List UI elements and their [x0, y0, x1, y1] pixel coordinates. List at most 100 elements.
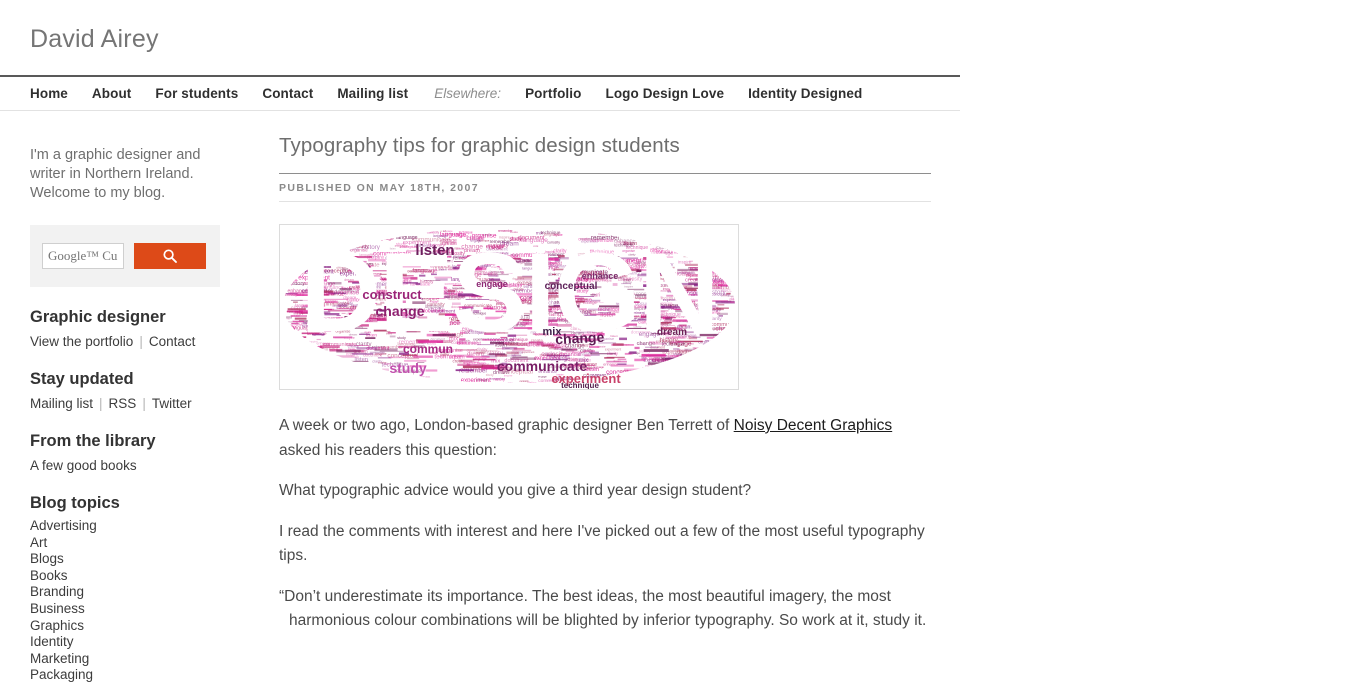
svg-text:clarity: clarity: [664, 251, 672, 255]
design-word-cloud-image: DESIGN mixlanguagelanguagedreamchangedre…: [279, 224, 739, 390]
svg-text:enhance: enhance: [455, 234, 468, 238]
nav-item-contact[interactable]: Contact: [262, 86, 313, 101]
primary-nav: Home About For students Contact Mailing …: [0, 77, 960, 110]
list-item: Books: [30, 568, 252, 585]
content-layout: I'm a graphic designer and writer in Nor…: [0, 111, 960, 684]
sidebar-link-contact[interactable]: Contact: [149, 332, 196, 351]
link-separator: |: [99, 396, 103, 411]
svg-text:remember: remember: [489, 298, 503, 302]
svg-text:listen: listen: [457, 340, 467, 345]
page-root: David Airey Home About For students Cont…: [0, 0, 1349, 682]
sidebar-link-rss[interactable]: RSS: [109, 394, 137, 413]
nav-item-home[interactable]: Home: [30, 86, 68, 101]
sidebar-link-a-few-good-books[interactable]: A few good books: [30, 456, 252, 475]
sidebar-link-view-the-portfolio[interactable]: View the portfolio: [30, 332, 133, 351]
svg-text:listen: listen: [439, 268, 446, 272]
topic-link-marketing[interactable]: Marketing: [30, 651, 89, 666]
topic-link-identity[interactable]: Identity: [30, 634, 74, 649]
svg-text:experiment: experiment: [581, 239, 598, 243]
svg-text:clarity: clarity: [467, 235, 485, 242]
svg-text:experiment: experiment: [340, 272, 370, 278]
svg-text:history: history: [420, 279, 434, 284]
svg-text:inspire: inspire: [499, 236, 510, 240]
topic-link-business[interactable]: Business: [30, 601, 85, 616]
nav-item-for-students[interactable]: For students: [155, 86, 238, 101]
nav-item-identity-designed[interactable]: Identity Designed: [748, 86, 862, 101]
list-item: Art: [30, 535, 252, 552]
svg-text:clarity: clarity: [638, 342, 646, 346]
list-item: Graphics: [30, 618, 252, 635]
blog-topics-list: Advertising Art Blogs Books Branding Bus…: [30, 518, 252, 684]
nav-item-logo-design-love[interactable]: Logo Design Love: [605, 86, 724, 101]
svg-text:technique: technique: [614, 243, 634, 248]
published-date: PUBLISHED ON MAY 18TH, 2007: [279, 182, 480, 194]
svg-text:experiment: experiment: [522, 351, 535, 354]
svg-text:change: change: [459, 311, 470, 315]
list-item: Packaging: [30, 667, 252, 684]
sidebar-link-twitter[interactable]: Twitter: [152, 394, 192, 413]
article: Typography tips for graphic design stude…: [252, 123, 931, 684]
topic-link-advertising[interactable]: Advertising: [30, 518, 97, 533]
paragraph-text-before: A week or two ago, London-based graphic …: [279, 417, 734, 434]
sidebar-heading-stay-updated: Stay updated: [30, 370, 134, 388]
svg-text:conceptual: conceptual: [545, 281, 598, 292]
svg-text:enhance: enhance: [555, 264, 573, 269]
svg-text:curiosity: curiosity: [508, 313, 518, 316]
paragraph-text-after: asked his readers this question:: [279, 441, 497, 459]
svg-text:curiosity: curiosity: [547, 241, 560, 245]
svg-text:listen: listen: [355, 357, 369, 363]
topic-link-art[interactable]: Art: [30, 535, 47, 550]
list-item: Marketing: [30, 651, 252, 668]
svg-text:curiosity: curiosity: [592, 293, 612, 299]
svg-text:clarity: clarity: [628, 253, 636, 257]
sidebar-links-graphic-designer: View the portfolio | Contact: [30, 332, 252, 351]
svg-text:construct: construct: [362, 287, 422, 302]
svg-text:create: create: [489, 246, 504, 252]
nav-item-mailing-list[interactable]: Mailing list: [337, 86, 408, 101]
list-item: Identity: [30, 634, 252, 651]
svg-text:dream: dream: [657, 327, 687, 338]
topic-link-books[interactable]: Books: [30, 568, 68, 583]
search-input[interactable]: [42, 243, 124, 269]
topic-link-branding[interactable]: Branding: [30, 584, 84, 599]
sidebar-links-stay-updated: Mailing list | RSS | Twitter: [30, 394, 252, 413]
svg-text:create: create: [567, 273, 578, 277]
topic-link-packaging[interactable]: Packaging: [30, 667, 93, 682]
svg-text:create: create: [456, 247, 465, 251]
nav-item-about[interactable]: About: [92, 86, 131, 101]
svg-text:inspire: inspire: [678, 259, 692, 264]
svg-text:listen: listen: [390, 247, 396, 250]
svg-text:study: study: [389, 360, 427, 376]
sidebar: I'm a graphic designer and writer in Nor…: [30, 123, 252, 684]
svg-text:remember: remember: [490, 377, 505, 381]
svg-text:enhance: enhance: [582, 271, 619, 281]
nav-item-portfolio[interactable]: Portfolio: [525, 86, 581, 101]
topic-link-blogs[interactable]: Blogs: [30, 551, 64, 566]
search-button[interactable]: [134, 243, 206, 269]
article-paragraph-3: I read the comments with interest and he…: [279, 522, 925, 565]
link-noisy-decent-graphics[interactable]: Noisy Decent Graphics: [734, 417, 893, 434]
primary-nav-bar: Home About For students Contact Mailing …: [0, 75, 960, 111]
site-title: David Airey: [30, 25, 159, 53]
svg-text:mix: mix: [534, 244, 539, 248]
svg-text:organise: organise: [686, 273, 700, 277]
svg-text:clarity: clarity: [709, 316, 722, 322]
svg-text:engage: engage: [476, 279, 508, 289]
svg-text:change: change: [375, 303, 424, 319]
svg-text:inspire: inspire: [510, 253, 519, 257]
sidebar-link-mailing-list[interactable]: Mailing list: [30, 394, 93, 413]
list-item: Business: [30, 601, 252, 618]
svg-text:inspire: inspire: [498, 263, 511, 268]
topic-link-graphics[interactable]: Graphics: [30, 618, 84, 633]
svg-text:mix: mix: [543, 326, 563, 338]
svg-text:mix: mix: [663, 279, 669, 283]
svg-text:clarity: clarity: [433, 290, 446, 295]
link-separator: |: [139, 334, 143, 349]
sidebar-bio: I'm a graphic designer and writer in Nor…: [30, 147, 201, 201]
svg-text:create: create: [364, 331, 371, 334]
sidebar-heading-graphic-designer: Graphic designer: [30, 308, 166, 326]
svg-text:history: history: [707, 289, 726, 296]
svg-text:engage: engage: [430, 301, 439, 304]
svg-text:change: change: [491, 265, 501, 269]
sidebar-heading-from-the-library: From the library: [30, 432, 156, 450]
